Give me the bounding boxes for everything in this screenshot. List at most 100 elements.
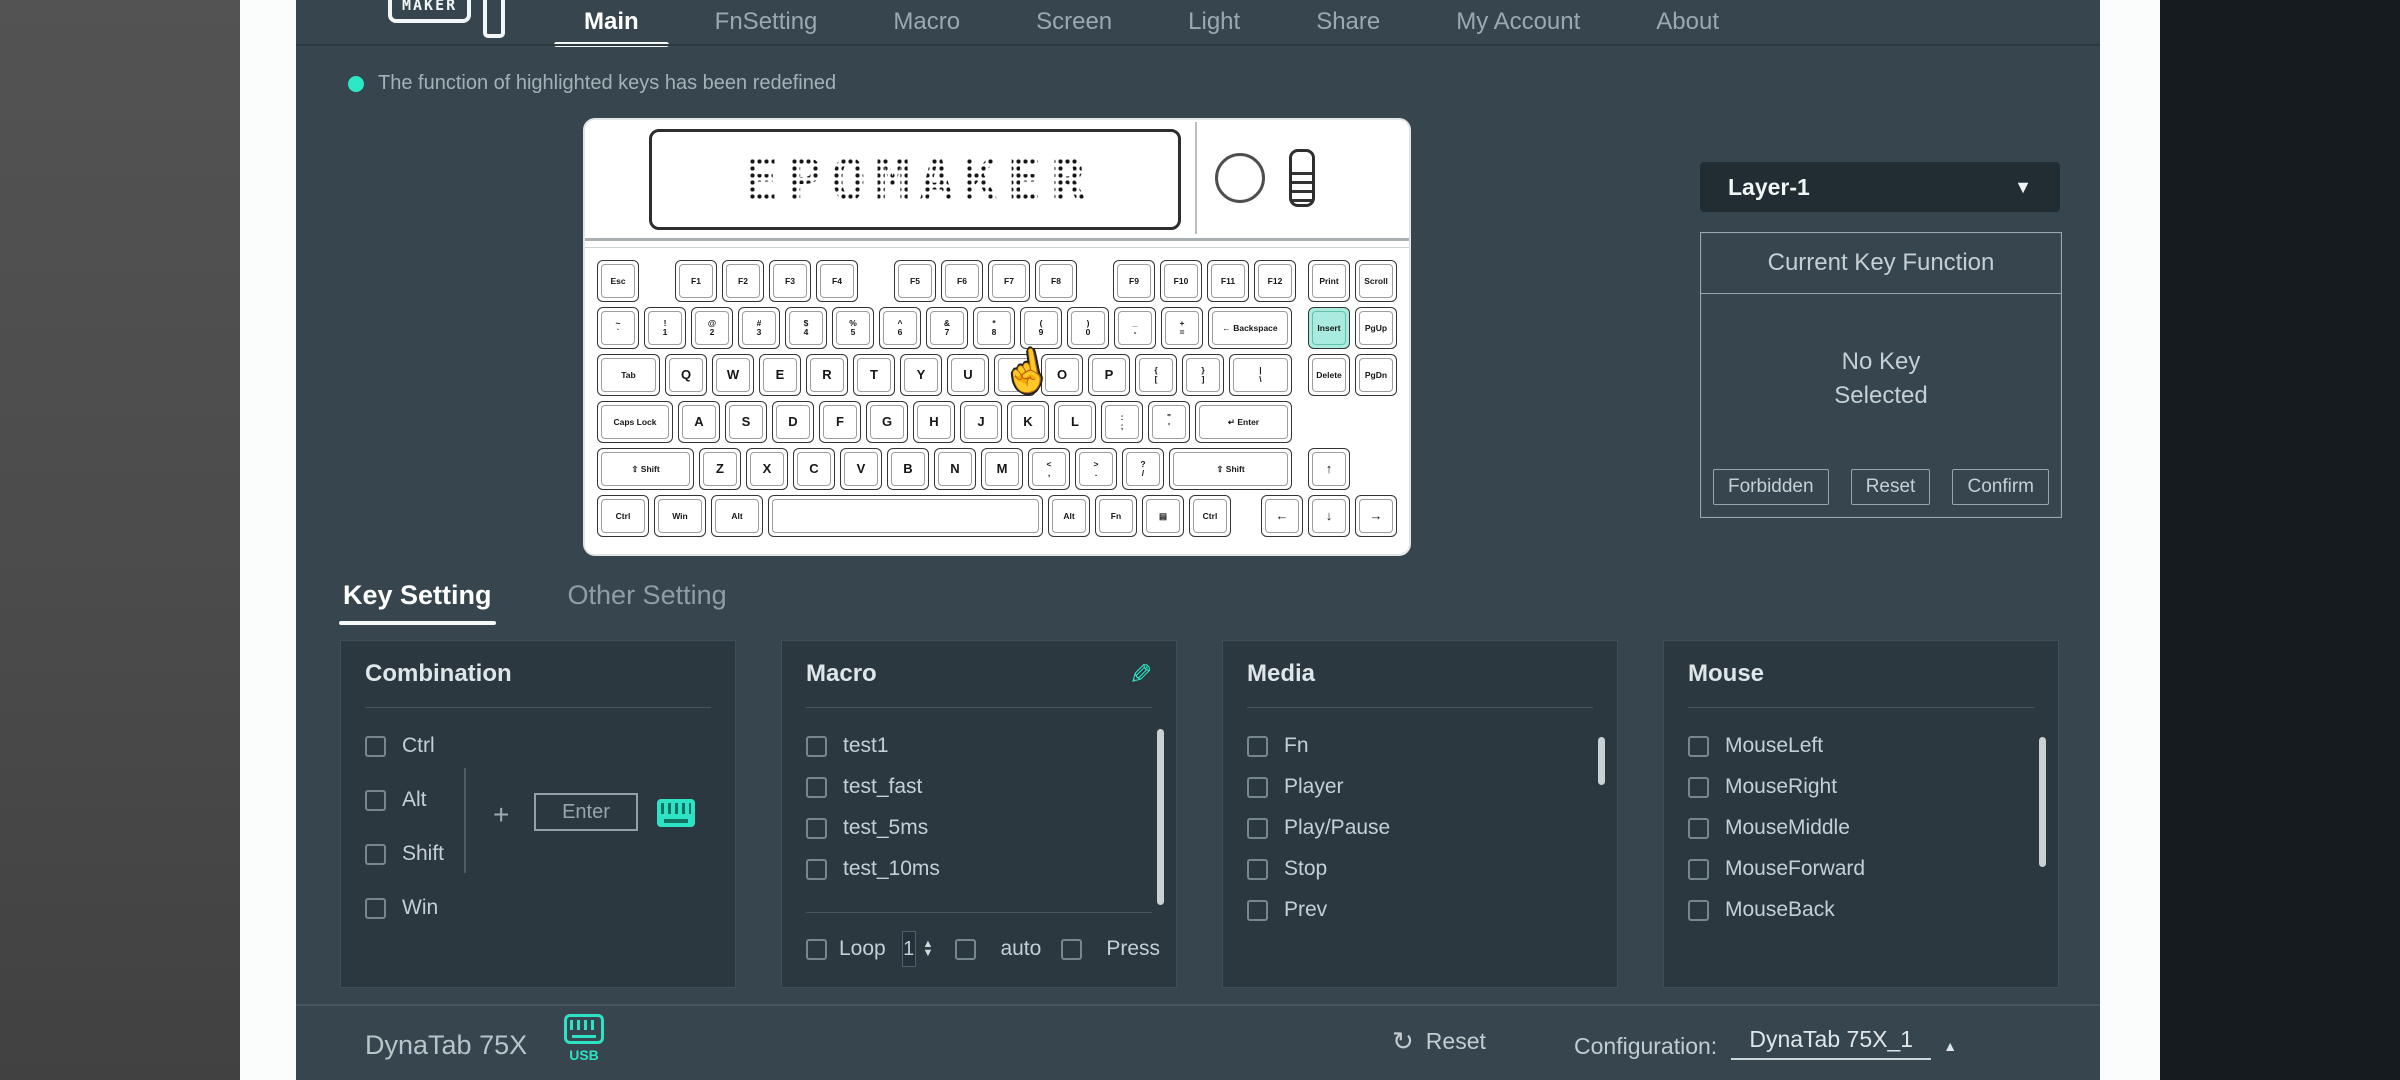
keyboard-key-pgup[interactable]: PgUp [1355, 307, 1397, 349]
keyboard-key-space[interactable]: ~ ` [597, 307, 639, 349]
keyboard-key-3[interactable]: # 3 [738, 307, 780, 349]
keyboard-key-f12[interactable]: F12 [1254, 260, 1296, 302]
mouse-item-checkbox[interactable] [1688, 817, 1709, 839]
nav-tab-fnsetting[interactable]: FnSetting [715, 8, 818, 36]
macro-item-row[interactable]: test_10ms [806, 857, 1152, 881]
auto-checkbox[interactable] [955, 938, 977, 960]
keyboard-key-v[interactable]: V [840, 448, 882, 490]
keyboard-key-k[interactable]: K [1007, 401, 1049, 443]
media-scrollbar[interactable] [1598, 737, 1605, 785]
chevron-up-icon[interactable]: ▲ [1943, 1038, 1957, 1060]
keyboard-key-h[interactable]: H [913, 401, 955, 443]
keyboard-key-space[interactable]: ↓ [1308, 495, 1350, 537]
confirm-button[interactable]: Confirm [1952, 469, 2049, 505]
macro-item-row[interactable]: test_fast [806, 775, 1152, 799]
media-item-row[interactable]: Fn [1247, 734, 1593, 758]
keyboard-key-space[interactable]: { [ [1135, 354, 1177, 396]
media-item-row[interactable]: Prev [1247, 898, 1593, 922]
keyboard-key-tab[interactable]: Tab [597, 354, 660, 396]
macro-item-row[interactable]: test_5ms [806, 816, 1152, 840]
mouse-item-row[interactable]: MouseForward [1688, 857, 2034, 881]
mouse-item-checkbox[interactable] [1688, 858, 1709, 880]
reset-button[interactable]: ↻ Reset [1392, 1026, 1486, 1057]
macro-scrollbar[interactable] [1157, 729, 1164, 905]
keyboard-key-f[interactable]: F [819, 401, 861, 443]
keyboard-key-alt[interactable]: Alt [1048, 495, 1090, 537]
keyboard-key-scroll[interactable]: Scroll [1355, 260, 1397, 302]
combination-modifier-row[interactable]: Ctrl [365, 734, 711, 758]
media-item-row[interactable]: Play/Pause [1247, 816, 1593, 840]
combination-modifier-checkbox[interactable] [365, 789, 386, 811]
keyboard-key-f10[interactable]: F10 [1160, 260, 1202, 302]
nav-tab-macro[interactable]: Macro [893, 8, 960, 36]
nav-tab-share[interactable]: Share [1316, 8, 1380, 36]
keyboard-key-delete[interactable]: Delete [1308, 354, 1350, 396]
keyboard-key-0[interactable]: ) 0 [1067, 307, 1109, 349]
media-item-checkbox[interactable] [1247, 776, 1268, 798]
keyboard-key-f1[interactable]: F1 [675, 260, 717, 302]
keyboard-key-6[interactable]: ^ 6 [879, 307, 921, 349]
keyboard-key-a[interactable]: A [678, 401, 720, 443]
keyboard-key-fn[interactable]: Fn [1095, 495, 1137, 537]
keyboard-key-ctrl[interactable]: Ctrl [1189, 495, 1231, 537]
reset-button[interactable]: Reset [1850, 469, 1931, 505]
keyboard-key-l[interactable]: L [1054, 401, 1096, 443]
keyboard-key-w[interactable]: W [712, 354, 754, 396]
keyboard-key-ctrl[interactable]: Ctrl [597, 495, 649, 537]
keyboard-key-f5[interactable]: F5 [894, 260, 936, 302]
layer-dropdown[interactable]: Layer-1 ▼ [1700, 162, 2060, 212]
keyboard-key-shift[interactable]: ⇧ Shift [1169, 448, 1292, 490]
keyboard-key-t[interactable]: T [853, 354, 895, 396]
macro-item-checkbox[interactable] [806, 735, 827, 757]
keyboard-key-f3[interactable]: F3 [769, 260, 811, 302]
keyboard-key-9[interactable]: ( 9 [1020, 307, 1062, 349]
keyboard-key-esc[interactable]: Esc [597, 260, 639, 302]
keyboard-key-space[interactable]: < , [1028, 448, 1070, 490]
keyboard-key-space[interactable]: ← [1261, 495, 1303, 537]
nav-tab-about[interactable]: About [1656, 8, 1719, 36]
macro-item-row[interactable]: test1 [806, 734, 1152, 758]
macro-item-checkbox[interactable] [806, 858, 827, 880]
macro-item-checkbox[interactable] [806, 817, 827, 839]
keyboard-key-7[interactable]: & 7 [926, 307, 968, 349]
keyboard-key-win[interactable]: Win [654, 495, 706, 537]
keyboard-key-i[interactable]: I [994, 354, 1036, 396]
mouse-item-row[interactable]: MouseRight [1688, 775, 2034, 799]
tab-other-setting[interactable]: Other Setting [568, 580, 727, 611]
combination-modifier-checkbox[interactable] [365, 843, 386, 865]
keyboard-key-space[interactable]: > . [1075, 448, 1117, 490]
mouse-item-row[interactable]: MouseMiddle [1688, 816, 2034, 840]
keyboard-key-print[interactable]: Print [1308, 260, 1350, 302]
keyboard-key-1[interactable]: ! 1 [644, 307, 686, 349]
keyboard-key-2[interactable]: @ 2 [691, 307, 733, 349]
mouse-scrollbar[interactable] [2039, 737, 2046, 867]
keyboard-key-f4[interactable]: F4 [816, 260, 858, 302]
nav-tab-light[interactable]: Light [1188, 8, 1240, 36]
keyboard-key-z[interactable]: Z [699, 448, 741, 490]
combination-modifier-checkbox[interactable] [365, 897, 386, 919]
macro-item-checkbox[interactable] [806, 776, 827, 798]
media-item-checkbox[interactable] [1247, 858, 1268, 880]
keyboard-key-space[interactable]: " ' [1148, 401, 1190, 443]
keyboard-key-8[interactable]: * 8 [973, 307, 1015, 349]
keyboard-key-n[interactable]: N [934, 448, 976, 490]
configuration-selector[interactable]: DynaTab 75X_1 [1731, 1026, 1932, 1060]
stepper-down-icon[interactable]: ▼ [923, 947, 934, 958]
combination-key-input[interactable]: Enter [534, 793, 638, 831]
keyboard-key-space[interactable]: } ] [1182, 354, 1224, 396]
edit-pencil-icon[interactable]: ✎ [1129, 658, 1152, 691]
keyboard-key-f9[interactable]: F9 [1113, 260, 1155, 302]
keyboard-key-4[interactable]: $ 4 [785, 307, 827, 349]
keyboard-key-p[interactable]: P [1088, 354, 1130, 396]
keyboard-key-d[interactable]: D [772, 401, 814, 443]
keyboard-key-backspace[interactable]: ← Backspace [1208, 307, 1292, 349]
loop-count-input[interactable]: 1 [901, 931, 916, 967]
forbidden-button[interactable]: Forbidden [1713, 469, 1829, 505]
keyboard-key-insert[interactable]: Insert [1308, 307, 1350, 349]
nav-tab-my-account[interactable]: My Account [1456, 8, 1580, 36]
media-item-row[interactable]: Player [1247, 775, 1593, 799]
keyboard-key-space[interactable]: ▤ [1142, 495, 1184, 537]
media-item-checkbox[interactable] [1247, 899, 1268, 921]
keyboard-key-g[interactable]: G [866, 401, 908, 443]
keyboard-key-x[interactable]: X [746, 448, 788, 490]
